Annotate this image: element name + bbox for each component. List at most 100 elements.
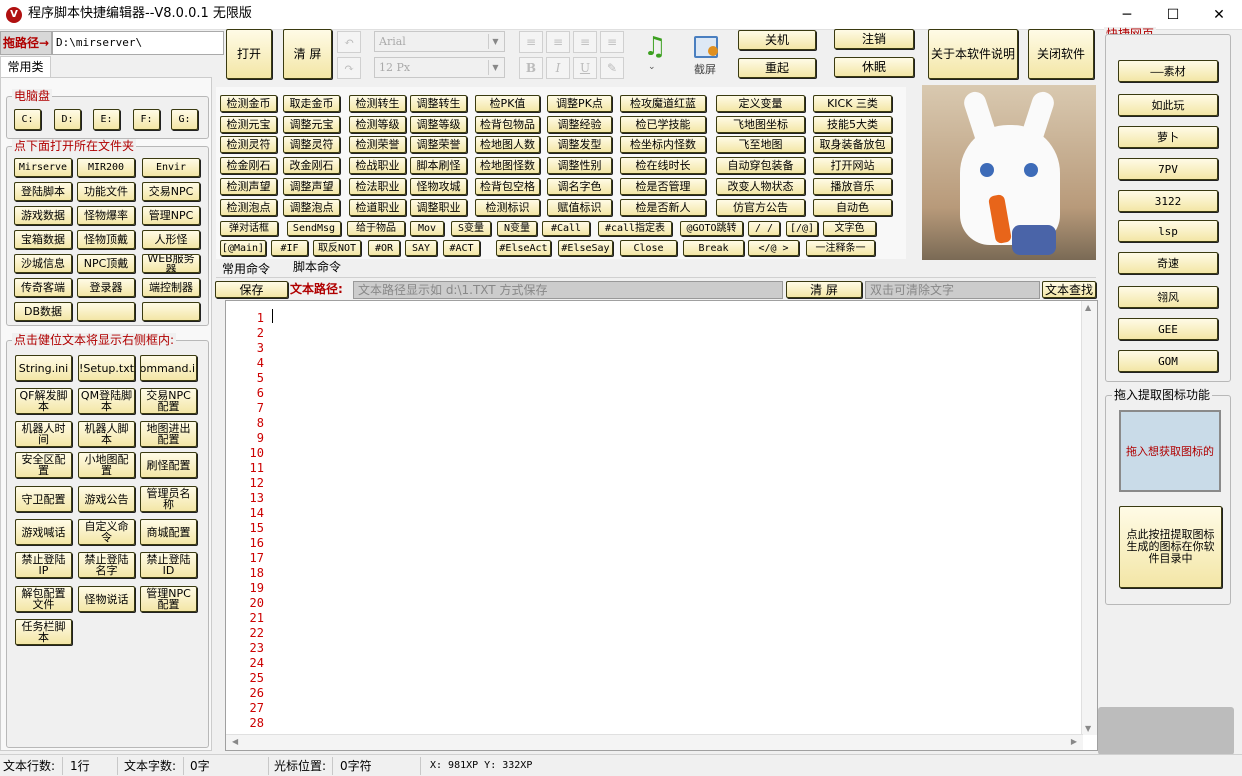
close-app-button[interactable]: 关闭软件 (1028, 29, 1094, 79)
folder-button[interactable]: Mirserve (14, 158, 72, 177)
command-button[interactable]: SendMsg (287, 221, 341, 236)
command-button[interactable]: 调整灵符 (283, 136, 340, 153)
config-button[interactable]: 机器人时间 (15, 421, 72, 447)
config-button[interactable]: String.ini (15, 355, 72, 381)
command-button[interactable]: 检测元宝 (220, 116, 277, 133)
config-button[interactable]: 禁止登陆IP (15, 552, 72, 578)
command-button[interactable]: 取反NOT (313, 240, 361, 256)
format-painter-icon[interactable]: ✎ (600, 57, 624, 79)
command-button[interactable]: SAY (405, 240, 437, 256)
shutdown-button[interactable]: 关机 (738, 30, 816, 50)
command-button[interactable]: 检测转生 (349, 95, 406, 112)
redo-icon[interactable]: ↷ (337, 57, 361, 79)
icon-drop-zone[interactable]: 拖入想获取图标的 (1119, 410, 1221, 492)
quick-web-link[interactable]: lsp (1118, 220, 1218, 242)
command-button[interactable]: #OR (368, 240, 400, 256)
command-button[interactable]: 调整等级 (410, 116, 467, 133)
command-button[interactable]: N变量 (497, 221, 537, 236)
command-button[interactable]: 调整转生 (410, 95, 467, 112)
command-button[interactable]: 仿官方公告 (716, 199, 805, 216)
tab-script-commands[interactable]: 脚本命令 (293, 260, 341, 274)
config-button[interactable]: 管理员名称 (140, 486, 197, 512)
save-button[interactable]: 保存 (215, 281, 288, 298)
horizontal-scrollbar[interactable]: ◀ ▶ (226, 734, 1083, 750)
script-editor[interactable]: 1 2 3 4 5 6 7 8 9 10 11 12 13 14 15 16 17 18 19 20 21 22 23 24 2… (225, 300, 1098, 751)
folder-button[interactable]: Envir (142, 158, 200, 177)
extract-icon-button[interactable]: 点此按扭提取图标生成的图标在你软件目录中 (1119, 506, 1222, 588)
drive-button-0[interactable]: C: (14, 109, 41, 130)
config-button[interactable]: 地图进出配置 (140, 421, 197, 447)
folder-button[interactable]: 宝箱数据 (14, 230, 72, 249)
command-button[interactable]: 调名字色 (547, 178, 612, 195)
text-path-field[interactable]: 文本路径显示如 d:\1.TXT 方式保存 (353, 281, 783, 299)
search-input[interactable]: 双击可清除文字 (865, 281, 1040, 299)
command-button[interactable]: 检法职业 (349, 178, 406, 195)
command-button[interactable]: 检金刚石 (220, 157, 277, 174)
folder-button[interactable]: 游戏数据 (14, 206, 72, 225)
command-button[interactable]: @GOTO跳转 (680, 221, 743, 236)
config-button[interactable]: QF解发脚本 (15, 388, 72, 414)
command-button[interactable]: Mov (410, 221, 444, 236)
command-button[interactable]: Close (620, 240, 677, 256)
command-button[interactable]: 怪物攻城 (410, 178, 467, 195)
folder-button[interactable]: 功能文件 (77, 182, 135, 201)
command-button[interactable]: #ACT (443, 240, 480, 256)
drive-button-2[interactable]: E: (93, 109, 120, 130)
command-button[interactable]: 检测荣誉 (349, 136, 406, 153)
quick-web-link[interactable]: 翎风 (1118, 286, 1218, 308)
config-button[interactable]: 禁止登陆ID (140, 552, 197, 578)
align-justify-icon[interactable]: ≡ (600, 31, 624, 53)
undo-icon[interactable]: ↶ (337, 31, 361, 53)
config-button[interactable]: !Setup.txt (78, 355, 135, 381)
config-button[interactable]: 管理NPC配置 (140, 586, 197, 612)
screenshot-icon[interactable] (694, 36, 718, 58)
align-left-icon[interactable]: ≡ (519, 31, 543, 53)
config-button[interactable]: 禁止登陆名字 (78, 552, 135, 578)
quick-web-link[interactable]: 7PV (1118, 158, 1218, 180)
scroll-right-icon[interactable]: ▶ (1071, 737, 1077, 746)
drive-button-3[interactable]: F: (133, 109, 160, 130)
command-button[interactable]: 调整经验 (547, 116, 612, 133)
restart-button[interactable]: 重起 (738, 58, 816, 78)
italic-button[interactable]: I (546, 57, 570, 79)
folder-button[interactable]: 沙城信息 (14, 254, 72, 273)
command-button[interactable]: 调整元宝 (283, 116, 340, 133)
command-button[interactable]: 技能5大类 (813, 116, 892, 133)
command-button[interactable]: 调整荣誉 (410, 136, 467, 153)
config-button[interactable]: 守卫配置 (15, 486, 72, 512)
font-name-select[interactable]: Arial ▼ (374, 31, 505, 52)
folder-button[interactable]: 登陆脚本 (14, 182, 72, 201)
config-button[interactable]: 机器人脚本 (78, 421, 135, 447)
logout-button[interactable]: 注销 (834, 29, 914, 49)
command-button[interactable]: 脚本刷怪 (410, 157, 467, 174)
folder-button[interactable]: 登录器 (77, 278, 135, 297)
quick-web-link[interactable]: 奇速 (1118, 252, 1218, 274)
command-button[interactable]: 检道职业 (349, 199, 406, 216)
clear-screen-button[interactable]: 清 屏 (283, 29, 332, 79)
command-button[interactable]: 文字色 (823, 221, 876, 236)
folder-button[interactable]: 人形怪 (142, 230, 200, 249)
maximize-button[interactable]: ☐ (1150, 0, 1196, 30)
config-button[interactable]: 刷怪配置 (140, 452, 197, 478)
about-button[interactable]: 关于本软件说明 (928, 29, 1018, 79)
quick-web-link[interactable]: GEE (1118, 318, 1218, 340)
command-button[interactable]: 调整PK点 (547, 95, 612, 112)
command-button[interactable]: 调整职业 (410, 199, 467, 216)
command-button[interactable]: #ElseSay (558, 240, 613, 256)
command-button[interactable]: 飞地图坐标 (716, 116, 805, 133)
clear-screen-button-2[interactable]: 清 屏 (786, 281, 862, 298)
command-button[interactable]: 改金刚石 (283, 157, 340, 174)
command-button[interactable]: 检是否管理 (620, 178, 706, 195)
config-button[interactable]: 交易NPC配置 (140, 388, 197, 414)
command-button[interactable]: 弹对话框 (220, 221, 278, 236)
command-button[interactable]: 检地图人数 (475, 136, 540, 153)
folder-button[interactable]: 管理NPC (142, 206, 200, 225)
music-note-icon[interactable]: ♫ (640, 32, 670, 62)
folder-button[interactable]: WEB服务器 (142, 254, 200, 273)
quick-web-link[interactable]: 萝卜 (1118, 126, 1218, 148)
command-button[interactable]: 检已学技能 (620, 116, 706, 133)
folder-button[interactable] (77, 302, 135, 321)
command-button[interactable]: 调整性别 (547, 157, 612, 174)
command-button[interactable]: 检测声望 (220, 178, 277, 195)
folder-button[interactable]: 怪物爆率 (77, 206, 135, 225)
